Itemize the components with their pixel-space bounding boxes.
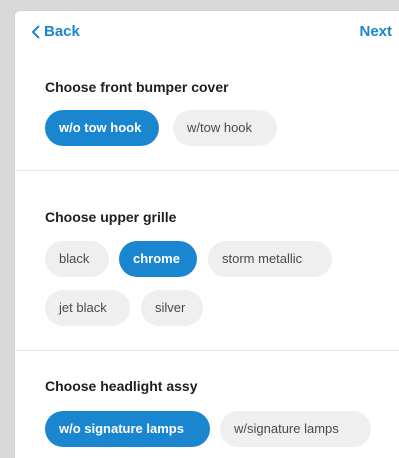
section-divider — [15, 170, 399, 171]
top-navigation-bar: Back Next — [15, 11, 399, 55]
option-chip-chrome[interactable]: chrome — [119, 241, 197, 277]
section-title-front-bumper-cover: Choose front bumper cover — [45, 79, 229, 95]
option-chip-w-tow-hook[interactable]: w/tow hook — [173, 110, 277, 146]
section-title-headlight-assy: Choose headlight assy — [45, 378, 198, 394]
section-divider — [15, 350, 399, 351]
section-title-upper-grille: Choose upper grille — [45, 209, 177, 225]
back-label: Back — [44, 23, 80, 40]
option-chip-jet-black[interactable]: jet black — [45, 290, 130, 326]
option-chip-wo-signature-lamps[interactable]: w/o signature lamps — [45, 411, 210, 447]
back-button[interactable]: Back — [31, 23, 80, 40]
chevron-left-icon — [32, 25, 40, 38]
option-chip-black[interactable]: black — [45, 241, 109, 277]
option-chip-storm-metallic[interactable]: storm metallic — [208, 241, 332, 277]
option-chip-silver[interactable]: silver — [141, 290, 203, 326]
option-chip-w-signature-lamps[interactable]: w/signature lamps — [220, 411, 371, 447]
next-button[interactable]: Next — [359, 23, 392, 40]
option-chip-wo-tow-hook[interactable]: w/o tow hook — [45, 110, 159, 146]
options-panel: Back Next Choose front bumper cover w/o … — [14, 10, 399, 458]
